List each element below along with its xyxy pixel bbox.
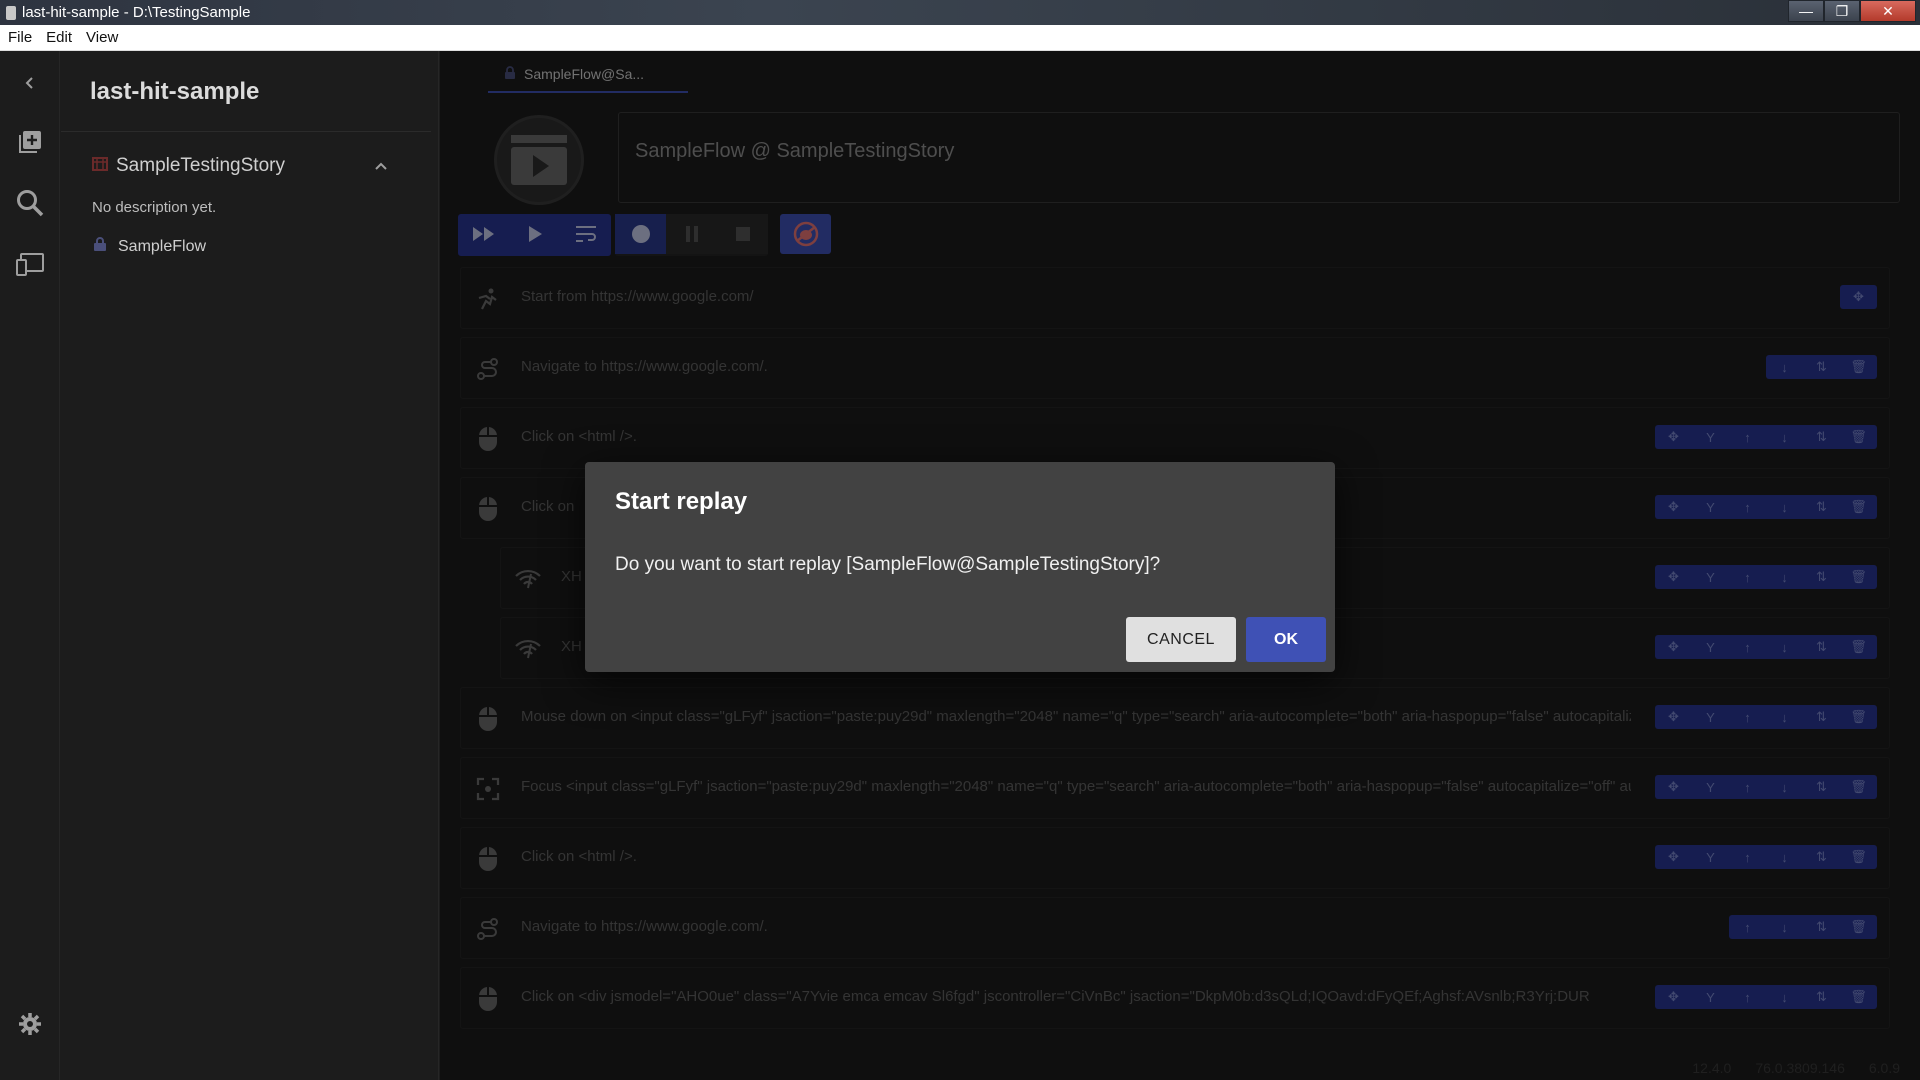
story-description: No description yet. [92,199,217,216]
story-name: SampleTestingStory [116,155,285,176]
menu-view[interactable]: View [86,29,118,46]
menu-edit[interactable]: Edit [46,29,72,46]
close-button[interactable]: ✕ [1860,0,1916,22]
library-add-icon[interactable] [13,125,47,159]
story-item[interactable]: SampleTestingStory [61,149,431,183]
minimize-button[interactable]: — [1788,0,1824,22]
collapse-chevron-icon[interactable] [13,66,47,100]
flow-item[interactable]: SampleFlow [92,236,206,257]
flow-lock-icon [92,236,108,257]
settings-gear-icon[interactable] [13,1007,47,1041]
window-controls: — ❐ ✕ [1788,0,1916,22]
devices-icon[interactable] [13,247,47,281]
activity-rail [0,51,60,1080]
search-icon[interactable] [13,186,47,220]
flow-name: SampleFlow [118,237,207,255]
start-replay-dialog: Start replay Do you want to start replay… [585,462,1335,672]
app-icon [6,5,16,20]
window-title-bar: last-hit-sample - D:\TestingSample — ❐ ✕ [0,0,1920,25]
cancel-button[interactable]: CANCEL [1126,617,1236,662]
dialog-message: Do you want to start replay [SampleFlow@… [615,554,1161,575]
window-title: last-hit-sample - D:\TestingSample [22,4,251,21]
menu-bar: File Edit View [0,25,1920,51]
maximize-button[interactable]: ❐ [1824,0,1860,22]
menu-file[interactable]: File [8,29,32,46]
story-explorer: last-hit-sample SampleTestingStory No de… [61,51,439,1080]
project-title: last-hit-sample [90,78,260,105]
story-icon [92,156,108,177]
dialog-title: Start replay [615,488,748,515]
divider [61,131,431,132]
chevron-up-icon[interactable] [373,158,389,179]
ok-button[interactable]: OK [1246,617,1326,662]
